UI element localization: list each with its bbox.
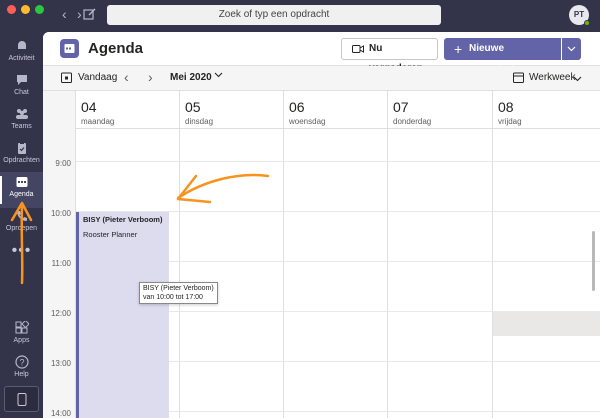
hour-line	[76, 161, 600, 162]
time-label: 11:00	[51, 259, 71, 268]
day-number: 06	[289, 99, 305, 115]
apps-icon	[15, 321, 29, 334]
calendar-icon	[60, 39, 79, 58]
next-week-icon[interactable]: ›	[148, 69, 153, 85]
day-column[interactable]	[180, 129, 284, 418]
day-name: woensdag	[289, 117, 326, 126]
time-label: 14:00	[50, 409, 71, 418]
phone-icon	[16, 211, 27, 221]
day-name: maandag	[81, 117, 115, 126]
presence-status-icon	[584, 20, 590, 26]
day-header-friday[interactable]: 08 vrijdag	[493, 91, 600, 129]
previous-week-icon[interactable]: ‹	[124, 69, 129, 85]
phone-device-icon	[17, 393, 27, 406]
day-header-tuesday[interactable]: 05 dinsdag	[180, 91, 284, 129]
day-number: 04	[81, 99, 97, 115]
back-arrow-icon[interactable]: ‹	[62, 6, 67, 22]
tooltip-title: BISY (Pieter Verboom)	[143, 285, 214, 292]
calendar-icon	[16, 177, 27, 187]
scrollbar[interactable]	[592, 231, 595, 291]
day-column[interactable]	[493, 129, 600, 418]
time-label: 13:00	[50, 359, 71, 368]
assignments-icon	[17, 142, 26, 154]
rail-label: Apps	[13, 337, 30, 344]
title-bar: ‹ › Zoek of typ een opdracht PT	[0, 0, 600, 32]
calendar-event[interactable]: BISY (Pieter Verboom) Rooster Planner	[76, 212, 169, 418]
day-number: 07	[393, 99, 409, 115]
busy-slot	[493, 311, 600, 336]
view-switcher[interactable]: Werkweek	[529, 72, 576, 83]
rail-label: Help	[14, 371, 29, 378]
device-button[interactable]	[4, 386, 39, 412]
chevron-down-icon[interactable]	[573, 74, 582, 83]
day-header-monday[interactable]: 04 maandag	[76, 91, 180, 129]
day-column[interactable]	[388, 129, 493, 418]
plus-icon: +	[454, 41, 463, 57]
main-pane: Agenda Nu vergaderen + Nieuwe vergaderin…	[43, 32, 600, 418]
rail-item-apps[interactable]: Apps	[0, 318, 43, 354]
calendar-toolbar: Vandaag ‹ › Mei 2020 Werkweek	[43, 66, 600, 90]
rail-item-assignments[interactable]: Opdrachten	[0, 138, 43, 174]
page-title: Agenda	[88, 40, 144, 57]
day-name: vrijdag	[498, 117, 522, 126]
more-apps-icon[interactable]: •••	[0, 242, 43, 260]
meet-now-button[interactable]: Nu vergaderen	[341, 38, 438, 74]
rail-label: Agenda	[9, 191, 34, 198]
rail-item-calendar[interactable]: Agenda	[0, 172, 43, 208]
page-header: Agenda Nu vergaderen + Nieuwe vergaderin…	[43, 32, 600, 76]
compose-icon[interactable]	[83, 7, 97, 21]
rail-label: Oproepen	[5, 225, 38, 232]
minimize-window-button[interactable]	[21, 5, 30, 14]
zoom-window-button[interactable]	[35, 5, 44, 14]
rail-item-help[interactable]: ? Help	[0, 352, 43, 388]
day-name: donderdag	[393, 117, 432, 126]
rail-label: Activiteit	[8, 55, 35, 62]
day-header-wednesday[interactable]: 06 woensdag	[284, 91, 388, 129]
day-number: 08	[498, 99, 514, 115]
tooltip-time: van 10:00 tot 17:00	[143, 294, 203, 301]
day-header-thursday[interactable]: 07 donderdag	[388, 91, 493, 129]
month-picker[interactable]: Mei 2020	[170, 72, 212, 83]
forward-arrow-icon[interactable]: ›	[77, 6, 82, 22]
rail-label: Chat	[14, 89, 29, 96]
video-camera-icon	[352, 45, 364, 53]
time-label: 10:00	[50, 209, 71, 218]
teams-icon	[15, 109, 28, 119]
time-label: 12:00	[50, 309, 71, 318]
time-label: 9:00	[55, 159, 71, 168]
bell-icon	[17, 41, 26, 51]
chat-icon	[16, 75, 27, 85]
today-button[interactable]: Vandaag	[78, 72, 117, 83]
calendar-grid: 9:00 10:00 11:00 12:00 13:00 14:00 04 ma…	[43, 90, 600, 418]
rail-label: Teams	[11, 123, 32, 130]
view-icon	[513, 72, 524, 83]
close-window-button[interactable]	[7, 5, 16, 14]
chevron-down-icon	[567, 46, 576, 52]
svg-text:?: ?	[19, 358, 24, 368]
today-icon	[61, 72, 72, 83]
new-meeting-dropdown[interactable]	[562, 38, 581, 60]
event-title: BISY (Pieter Verboom)	[83, 215, 163, 224]
app-rail: Activiteit Chat Teams Opdrachten Agenda …	[0, 32, 43, 418]
chevron-down-icon[interactable]	[214, 70, 223, 79]
day-number: 05	[185, 99, 201, 115]
event-tooltip: BISY (Pieter Verboom) van 10:00 tot 17:0…	[139, 282, 218, 304]
day-name: dinsdag	[185, 117, 214, 126]
rail-label: Opdrachten	[3, 157, 40, 164]
new-meeting-button[interactable]: + Nieuwe vergadering	[444, 38, 561, 76]
time-column: 9:00 10:00 11:00 12:00 13:00 14:00	[43, 91, 76, 418]
search-input[interactable]: Zoek of typ een opdracht	[107, 5, 441, 25]
rail-item-teams[interactable]: Teams	[0, 104, 43, 140]
rail-item-chat[interactable]: Chat	[0, 70, 43, 106]
help-icon: ?	[14, 355, 29, 369]
rail-item-calls[interactable]: Oproepen	[0, 206, 43, 242]
day-column[interactable]	[284, 129, 388, 418]
event-subtitle: Rooster Planner	[83, 230, 138, 239]
rail-item-activity[interactable]: Activiteit	[0, 36, 43, 72]
